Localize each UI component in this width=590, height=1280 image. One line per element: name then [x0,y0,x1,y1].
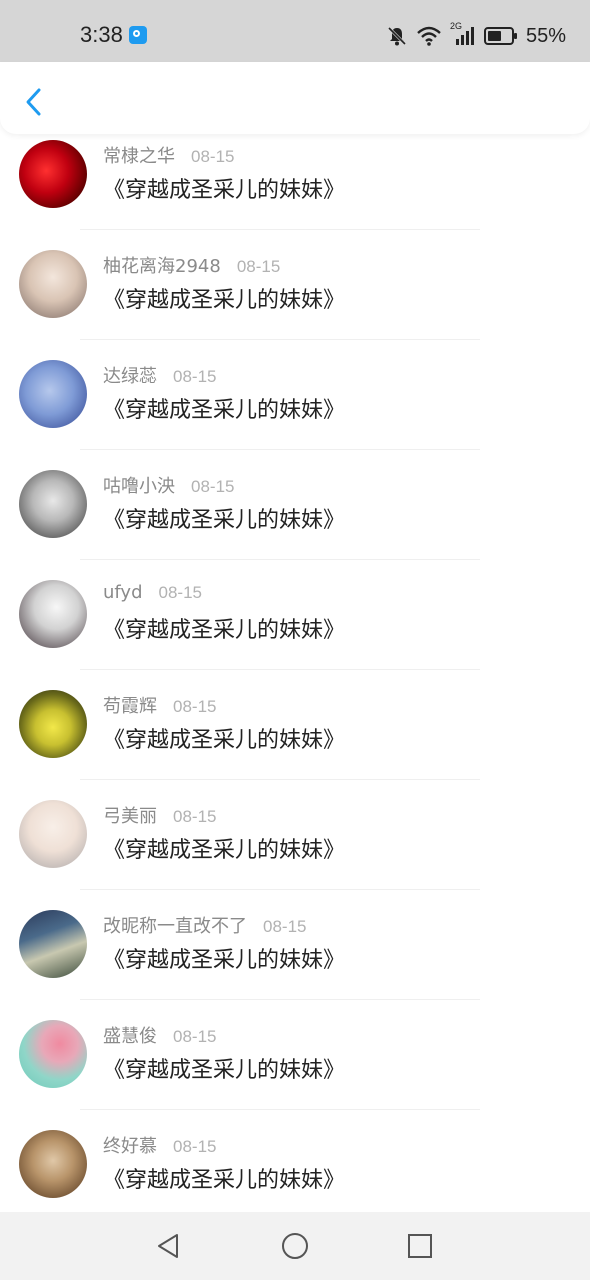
book-title[interactable]: 《穿越成圣采儿的妹妹》 [103,612,345,644]
date: 08-15 [173,807,217,826]
list-item[interactable]: 终好慕 08-15 《穿越成圣采儿的妹妹》 [0,1116,590,1212]
divider [80,889,480,890]
recents-square-icon[interactable] [404,1230,436,1262]
username[interactable]: 盛慧俊 [103,1022,157,1048]
date: 08-15 [263,917,307,936]
list-item[interactable]: 常棣之华 08-15 《穿越成圣采儿的妹妹》 [0,130,590,236]
divider [80,559,480,560]
date: 08-15 [191,147,235,166]
avatar[interactable] [19,580,87,648]
item-meta: 咕噜小泱 08-15 [103,472,234,498]
book-title[interactable]: 《穿越成圣采儿的妹妹》 [103,282,345,314]
date: 08-15 [191,477,235,496]
username[interactable]: 弓美丽 [103,802,157,828]
divider [80,1109,480,1110]
avatar[interactable] [19,800,87,868]
list-item[interactable]: 盛慧俊 08-15 《穿越成圣采儿的妹妹》 [0,1006,590,1116]
avatar[interactable] [19,910,87,978]
divider [80,339,480,340]
network-label: 2G [450,21,476,47]
username[interactable]: 苟霞辉 [103,692,157,718]
username[interactable]: 终好慕 [103,1132,157,1158]
divider [80,669,480,670]
username[interactable]: 改昵称一直改不了 [103,912,247,938]
book-title[interactable]: 《穿越成圣采儿的妹妹》 [103,942,345,974]
divider [80,999,480,1000]
date: 08-15 [236,257,281,276]
avatar[interactable] [19,1020,87,1088]
book-title[interactable]: 《穿越成圣采儿的妹妹》 [103,1052,345,1084]
status-bar: 3:38 2G 55% [0,0,590,62]
divider [80,229,480,230]
header-bar [0,62,590,134]
book-title[interactable]: 《穿越成圣采儿的妹妹》 [103,832,345,864]
list-item[interactable]: 咕噜小泱 08-15 《穿越成圣采儿的妹妹》 [0,456,590,566]
status-time: 3:38 [80,22,123,47]
chevron-left-icon [26,88,41,116]
date: 08-15 [173,697,217,716]
username[interactable]: 常棣之华 [103,142,175,168]
avatar[interactable] [19,140,87,208]
avatar[interactable] [19,690,87,758]
list-item[interactable]: 改昵称一直改不了 08-15 《穿越成圣采儿的妹妹》 [0,896,590,1006]
avatar[interactable] [19,250,87,318]
list-item[interactable]: 达绿蕊 08-15 《穿越成圣采儿的妹妹》 [0,346,590,456]
book-title[interactable]: 《穿越成圣采儿的妹妹》 [103,172,345,204]
system-nav-bar [0,1212,590,1280]
wifi-icon [417,26,441,46]
back-button[interactable] [16,82,52,122]
date: 08-15 [173,1027,217,1046]
home-circle-icon[interactable] [279,1230,311,1262]
avatar[interactable] [19,470,87,538]
divider [80,449,480,450]
date: 08-15 [173,1137,217,1156]
username[interactable]: ufyd [103,582,143,603]
book-title[interactable]: 《穿越成圣采儿的妹妹》 [103,1162,345,1194]
item-meta: ufyd 08-15 [103,582,202,603]
app-notification-icon [129,26,147,44]
item-meta: 盛慧俊 08-15 [103,1022,216,1048]
list-item[interactable]: 弓美丽 08-15 《穿越成圣采儿的妹妹》 [0,786,590,896]
back-triangle-icon[interactable] [153,1230,185,1262]
item-meta: 苟霞辉 08-15 [103,692,216,718]
item-meta: 常棣之华 08-15 [103,142,234,168]
item-meta: 改昵称一直改不了 08-15 [103,912,306,938]
username[interactable]: 咕噜小泱 [103,472,175,498]
avatar[interactable] [19,1130,87,1198]
signal-icon [455,27,474,45]
battery-icon [483,27,517,45]
item-meta: 达绿蕊 08-15 [103,362,216,388]
list-item[interactable]: 苟霞辉 08-15 《穿越成圣采儿的妹妹》 [0,676,590,786]
list-item[interactable]: 柚花离海2948 08-15 《穿越成圣采儿的妹妹》 [0,236,590,346]
username[interactable]: 柚花离海2948 [103,252,221,278]
book-title[interactable]: 《穿越成圣采儿的妹妹》 [103,722,345,754]
comment-list[interactable]: 常棣之华 08-15 《穿越成圣采儿的妹妹》 柚花离海2948 08-15 《穿… [0,130,590,1212]
status-icons: 2G 55% [386,21,566,50]
book-title[interactable]: 《穿越成圣采儿的妹妹》 [103,502,345,534]
list-item[interactable]: ufyd 08-15 《穿越成圣采儿的妹妹》 [0,566,590,676]
item-meta: 柚花离海2948 08-15 [103,252,280,278]
date: 08-15 [158,583,202,602]
date: 08-15 [173,367,217,386]
item-meta: 终好慕 08-15 [103,1132,216,1158]
divider [80,779,480,780]
battery-percent: 55% [525,24,566,47]
username[interactable]: 达绿蕊 [103,362,157,388]
mute-bell-icon [387,26,407,46]
avatar[interactable] [19,360,87,428]
item-meta: 弓美丽 08-15 [103,802,216,828]
book-title[interactable]: 《穿越成圣采儿的妹妹》 [103,392,345,424]
